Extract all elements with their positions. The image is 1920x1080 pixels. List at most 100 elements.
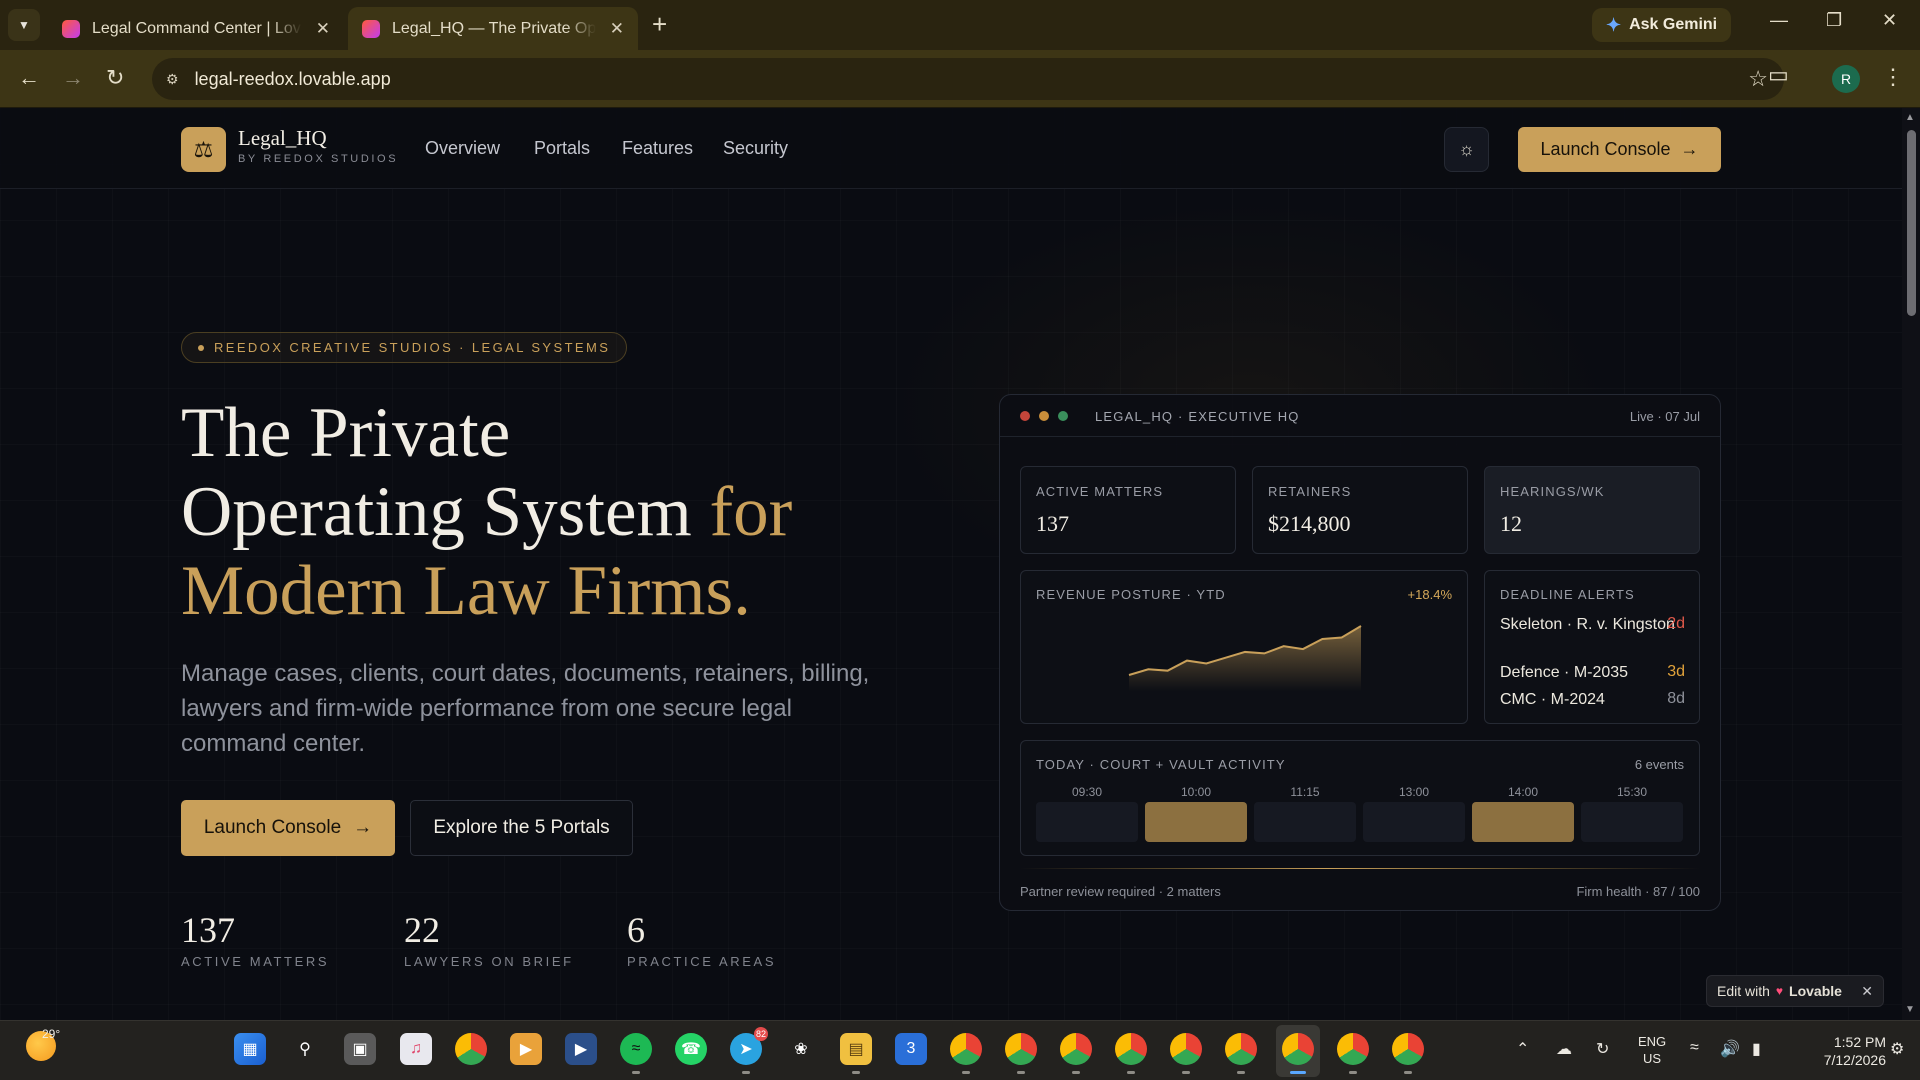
- stat-value: 6: [627, 910, 645, 950]
- forward-icon[interactable]: →: [62, 65, 84, 91]
- browser-menu-icon[interactable]: ⋮: [1882, 64, 1904, 90]
- activity-slot-active[interactable]: [1145, 802, 1247, 842]
- nav-overview[interactable]: Overview: [425, 138, 500, 159]
- back-icon[interactable]: ←: [18, 65, 40, 91]
- stat-practice-areas: 6 PRACTICE AREAS: [627, 910, 776, 969]
- editor-app-icon[interactable]: ▶: [565, 1033, 597, 1065]
- lovable-brand: Lovable: [1789, 983, 1842, 999]
- battery-icon[interactable]: ▮: [1752, 1039, 1761, 1059]
- dashboard-preview-card: LEGAL_HQ · EXECUTIVE HQ Live · 07 Jul AC…: [999, 394, 1721, 911]
- alert-name: Defence · M-2035: [1500, 664, 1629, 681]
- chrome-profile-icon[interactable]: [1060, 1033, 1092, 1074]
- nav-portals[interactable]: Portals: [534, 138, 590, 159]
- chrome-profile-icon[interactable]: [950, 1033, 982, 1074]
- activity-slot[interactable]: [1254, 802, 1356, 842]
- telegram-icon[interactable]: ➤ 82: [730, 1027, 768, 1074]
- wifi-icon[interactable]: ≈: [1690, 1039, 1699, 1057]
- reload-icon[interactable]: ↻: [106, 65, 124, 91]
- chrome-icon[interactable]: [455, 1033, 487, 1065]
- alert-item[interactable]: Skeleton · R. v. Kingston: [1500, 615, 1690, 635]
- alert-item[interactable]: CMC · M-2024: [1500, 690, 1690, 710]
- tab-search-chevron-icon[interactable]: ▼: [8, 9, 40, 41]
- chrome-profile-icon[interactable]: [1392, 1033, 1424, 1074]
- browser-tab-1[interactable]: Legal Command Center | Lovable ✕: [48, 7, 344, 50]
- sync-icon[interactable]: ↻: [1596, 1039, 1609, 1059]
- tray-overflow-chevron-icon[interactable]: ⌃: [1516, 1039, 1529, 1059]
- stat-label: LAWYERS ON BRIEF: [404, 954, 574, 969]
- activity-slot[interactable]: [1036, 802, 1138, 842]
- explore-portals-button[interactable]: Explore the 5 Portals: [410, 800, 633, 856]
- site-header: ⚖ Legal_HQ BY REEDOX STUDIOS Overview Po…: [0, 108, 1902, 189]
- address-bar[interactable]: ⚙ legal-reedox.lovable.app ☆: [152, 58, 1784, 100]
- search-icon[interactable]: ⚲: [289, 1033, 321, 1065]
- activity-slot[interactable]: [1581, 802, 1683, 842]
- chrome-profile-icon[interactable]: [1170, 1033, 1202, 1074]
- close-tab-icon[interactable]: ✕: [610, 19, 624, 39]
- hero-description: Manage cases, clients, court dates, docu…: [181, 660, 870, 757]
- file-explorer-icon[interactable]: ▤: [840, 1033, 872, 1074]
- restore-icon[interactable]: ❐: [1826, 10, 1842, 31]
- activity-slot[interactable]: [1363, 802, 1465, 842]
- minimize-icon[interactable]: —: [1770, 10, 1788, 31]
- activity-slot-active[interactable]: [1472, 802, 1574, 842]
- scales-logo-icon[interactable]: ⚖: [181, 127, 226, 172]
- browser-tab-2[interactable]: Legal_HQ — The Private Operating System …: [348, 7, 638, 50]
- new-tab-button[interactable]: +: [652, 10, 667, 38]
- chrome-profile-icon[interactable]: [1337, 1033, 1369, 1074]
- amber-dot-icon: [1039, 411, 1049, 421]
- running-indicator: [1017, 1071, 1025, 1074]
- dot-icon: [198, 344, 204, 351]
- system-clock[interactable]: 1:52 PM 7/12/2026: [1796, 1033, 1886, 1069]
- weather-widget[interactable]: 29°: [26, 1027, 60, 1061]
- profile-avatar[interactable]: R: [1832, 65, 1860, 93]
- launch-console-header-button[interactable]: Launch Console →: [1518, 127, 1721, 172]
- alert-item[interactable]: Defence · M-2035: [1500, 663, 1690, 683]
- chrome-active-profile-icon[interactable]: [1282, 1033, 1314, 1074]
- bookmark-star-icon[interactable]: ☆: [1748, 66, 1768, 92]
- notifications-icon[interactable]: ⚙: [1890, 1039, 1904, 1059]
- running-indicator: [1072, 1071, 1080, 1074]
- chatgpt-icon[interactable]: ❀: [785, 1033, 817, 1065]
- dashboard-live-status: Live · 07 Jul: [1629, 409, 1700, 424]
- start-windows-icon[interactable]: ▦: [234, 1033, 266, 1065]
- chrome-profile-icon[interactable]: [1225, 1033, 1257, 1074]
- media-player-icon[interactable]: ▶: [510, 1033, 542, 1065]
- kpi-label: RETAINERS: [1268, 484, 1352, 499]
- brand-name[interactable]: Legal_HQ: [238, 126, 327, 151]
- css-app-icon[interactable]: 3: [895, 1033, 927, 1065]
- close-badge-icon[interactable]: ✕: [1861, 983, 1873, 1000]
- page-scrollbar[interactable]: ▲ ▼: [1902, 108, 1920, 1020]
- close-window-icon[interactable]: ✕: [1882, 10, 1897, 31]
- telegram-badge: 82: [753, 1027, 768, 1041]
- eyebrow-text: REEDOX CREATIVE STUDIOS · LEGAL SYSTEMS: [214, 340, 611, 355]
- volume-icon[interactable]: 🔊: [1720, 1039, 1740, 1059]
- activity-panel: TODAY · COURT + VAULT ACTIVITY 6 events …: [1020, 740, 1700, 856]
- extensions-puzzle-icon[interactable]: ▭: [1768, 62, 1789, 88]
- nav-security[interactable]: Security: [723, 138, 788, 159]
- language-indicator[interactable]: ENG US: [1638, 1033, 1666, 1067]
- cloud-offline-icon[interactable]: ☁: [1556, 1039, 1572, 1059]
- edit-with-lovable-badge[interactable]: Edit with ♥ Lovable ✕: [1706, 975, 1884, 1007]
- theme-toggle-sun-icon[interactable]: ☼: [1444, 127, 1489, 172]
- slot-time: 11:15: [1290, 785, 1320, 799]
- site-info-icon[interactable]: ⚙: [166, 71, 179, 88]
- nav-features[interactable]: Features: [622, 138, 693, 159]
- slot-time: 09:30: [1071, 785, 1103, 799]
- ask-gemini-button[interactable]: ✦ Ask Gemini: [1592, 8, 1732, 42]
- chrome-profile-icon[interactable]: [1115, 1033, 1147, 1074]
- scrollbar-thumb[interactable]: [1907, 130, 1916, 316]
- scroll-up-icon[interactable]: ▲: [1905, 112, 1915, 123]
- launch-console-label: Launch Console: [1540, 139, 1671, 159]
- red-dot-icon: [1020, 411, 1030, 421]
- scroll-down-icon[interactable]: ▼: [1905, 1004, 1915, 1015]
- tab-title: Legal_HQ — The Private Operating System: [392, 19, 596, 37]
- task-view-icon[interactable]: ▣: [344, 1033, 376, 1065]
- launch-console-button[interactable]: Launch Console →: [181, 800, 395, 856]
- gemini-sparkle-icon: ✦: [1606, 14, 1622, 35]
- kpi-label: HEARINGS/WK: [1500, 484, 1605, 499]
- close-tab-icon[interactable]: ✕: [316, 19, 330, 39]
- chrome-profile-icon[interactable]: [1005, 1033, 1037, 1074]
- whatsapp-icon[interactable]: ☎: [675, 1033, 707, 1065]
- spotify-icon[interactable]: ≈: [620, 1033, 652, 1074]
- music-app-icon[interactable]: ♫: [400, 1033, 432, 1065]
